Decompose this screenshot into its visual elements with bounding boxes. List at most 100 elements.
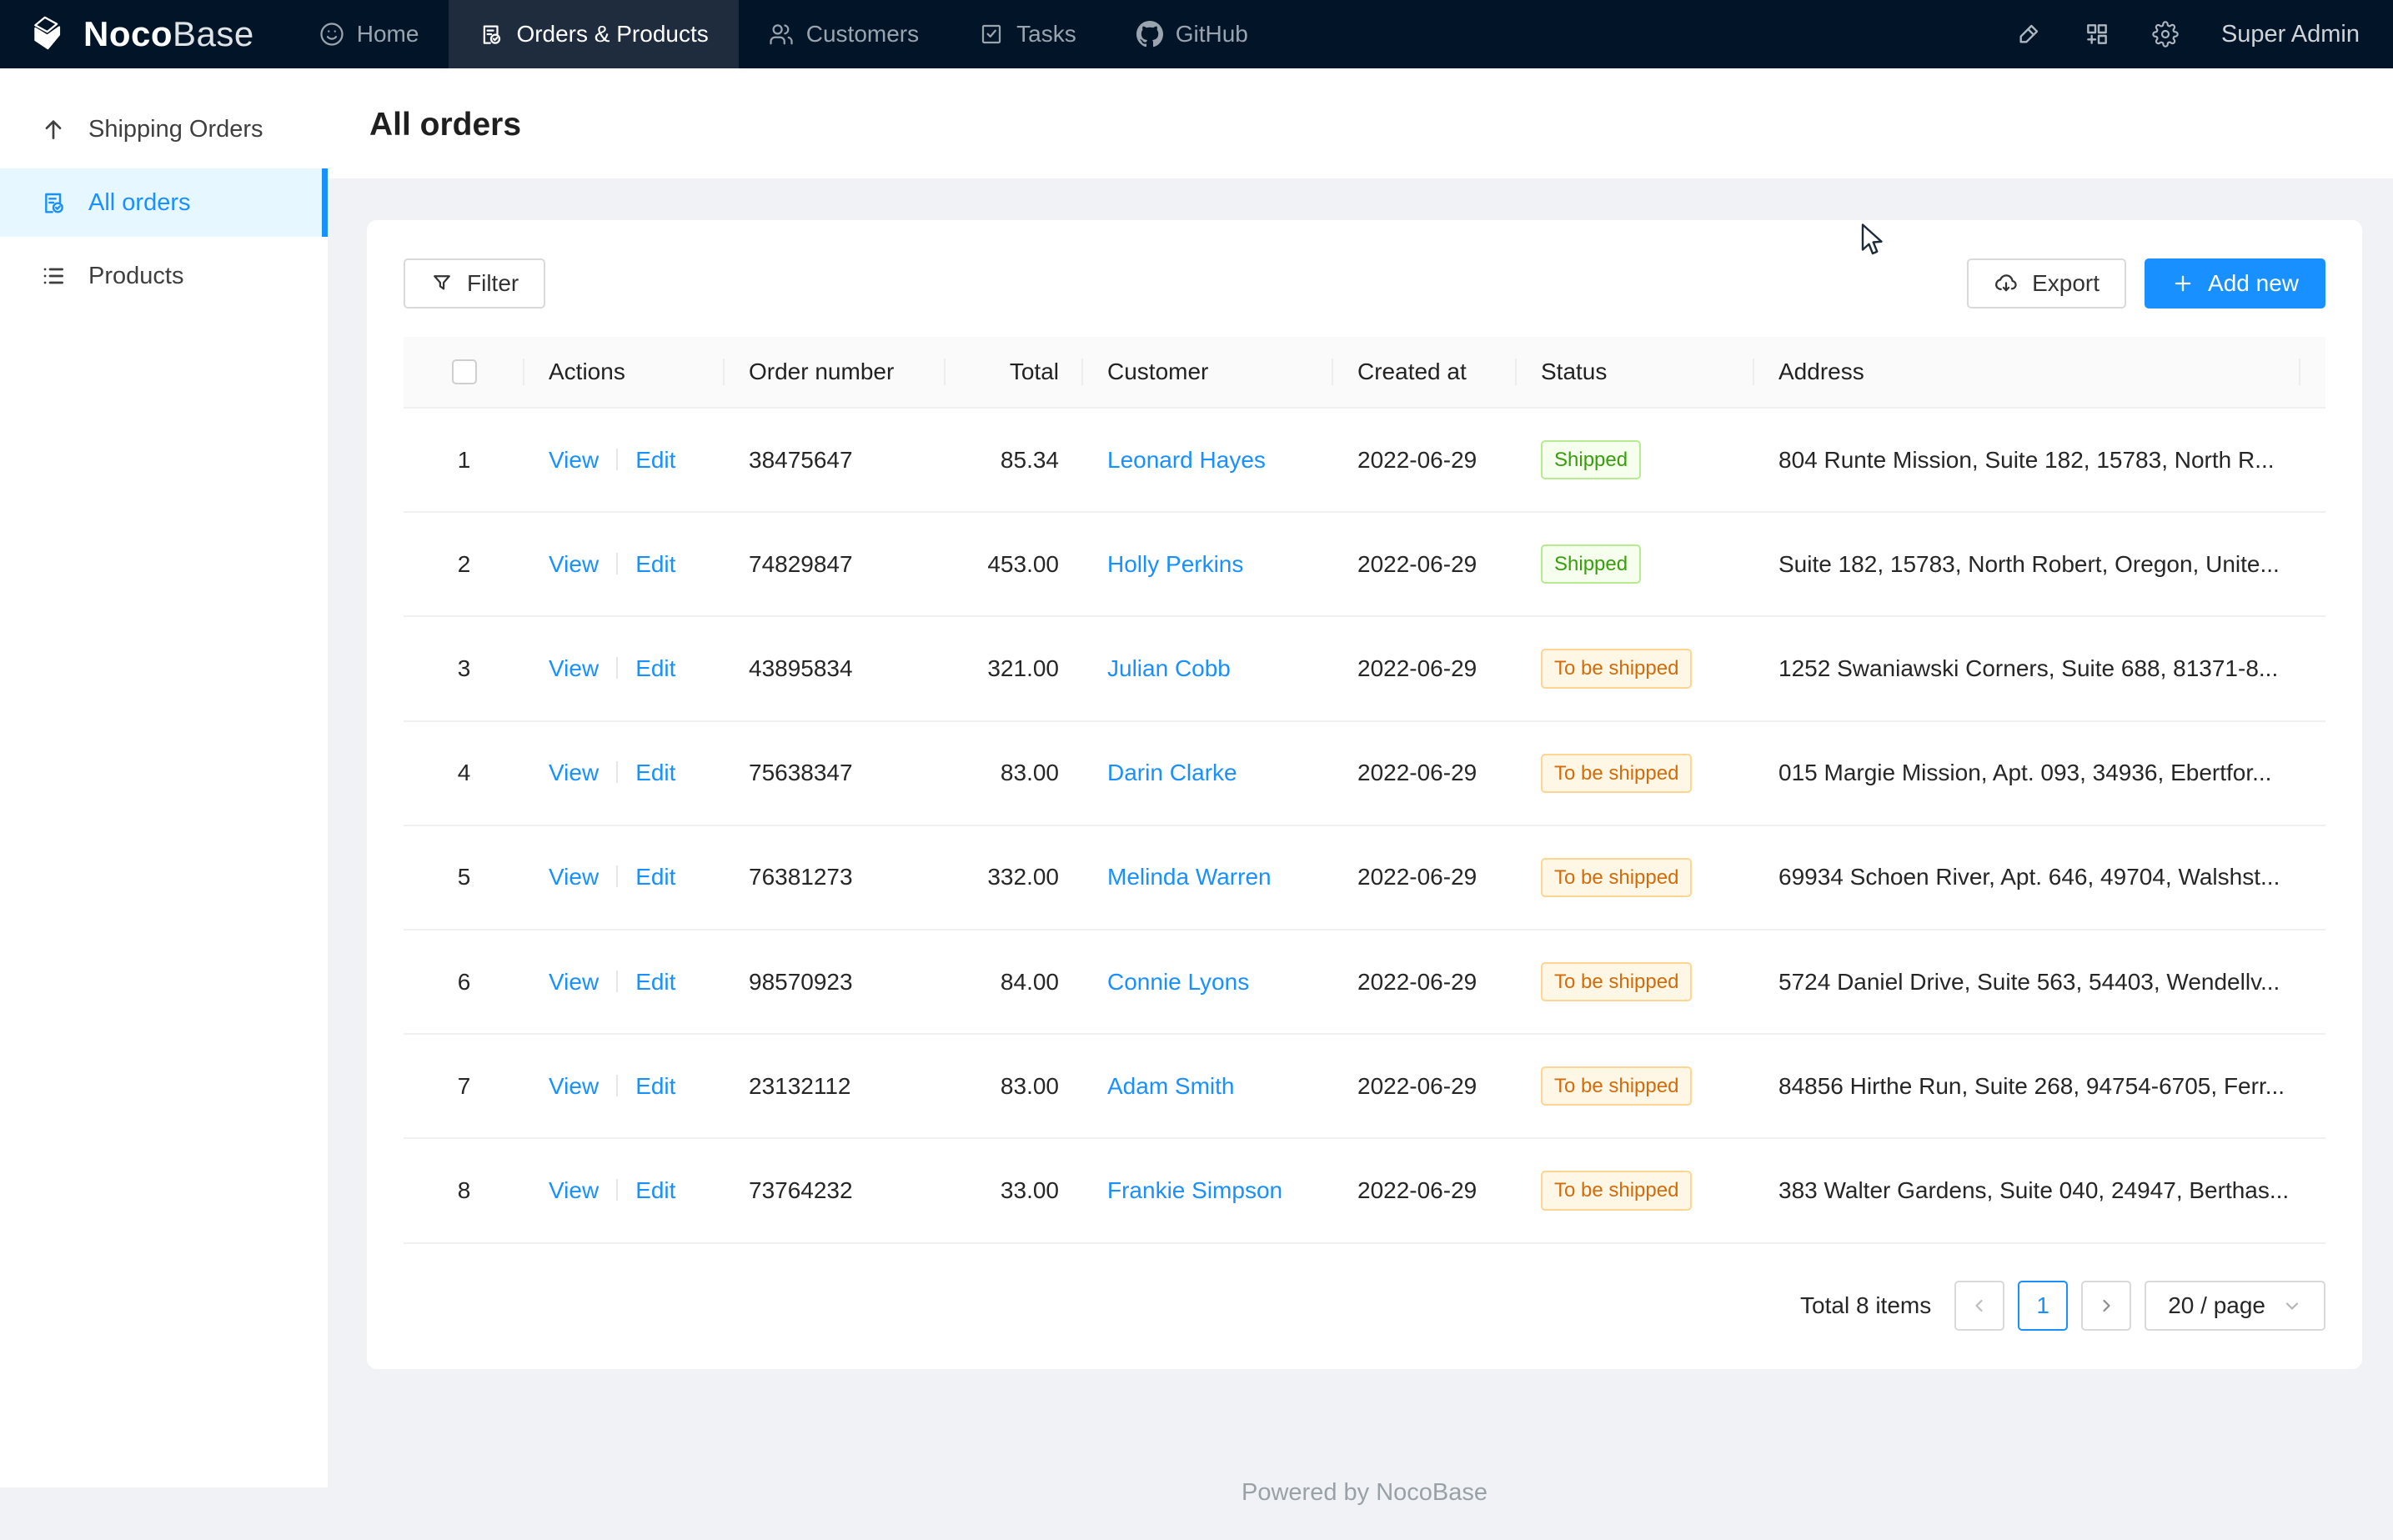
customer-cell: Frankie Simpson — [1083, 1138, 1333, 1242]
address-cell: 5724 Daniel Drive, Suite 563, 54403, Wen… — [1754, 930, 2300, 1034]
edit-link[interactable]: Edit — [635, 1177, 675, 1203]
actions-cell: View Edit — [524, 1034, 725, 1138]
edit-link[interactable]: Edit — [635, 1073, 675, 1099]
nav-item-label: Home — [357, 21, 419, 48]
settings-gear-icon[interactable] — [2131, 21, 2200, 48]
view-link[interactable]: View — [549, 551, 599, 577]
github-icon — [1136, 21, 1163, 48]
created-at-cell: 2022-06-29 — [1333, 616, 1517, 720]
nocobase-logo[interactable]: NocoBase — [0, 0, 289, 68]
pagination-prev-button[interactable] — [1954, 1281, 2004, 1331]
status-cell: To be shipped — [1517, 1034, 1754, 1138]
customer-link[interactable]: Connie Lyons — [1107, 969, 1249, 995]
orders-doc-icon — [479, 22, 504, 47]
address-cell: 1252 Swaniawski Corners, Suite 688, 8137… — [1754, 616, 2300, 720]
customer-link[interactable]: Adam Smith — [1107, 1073, 1235, 1099]
add-new-button[interactable]: Add new — [2145, 258, 2325, 309]
spacer-cell — [2300, 930, 2325, 1034]
select-all-checkbox[interactable] — [452, 359, 477, 384]
view-link[interactable]: View — [549, 655, 599, 681]
ui-editor-highlighter-icon[interactable] — [1994, 21, 2063, 48]
edit-link[interactable]: Edit — [635, 969, 675, 995]
order-number-cell: 43895834 — [725, 616, 946, 720]
actions-cell: View Edit — [524, 721, 725, 825]
status-badge: To be shipped — [1541, 1171, 1692, 1210]
status-badge: To be shipped — [1541, 962, 1692, 1001]
nav-item-customers[interactable]: Customers — [739, 0, 949, 68]
order-number-cell: 73764232 — [725, 1138, 946, 1242]
status-badge: To be shipped — [1541, 1066, 1692, 1106]
edit-link[interactable]: Edit — [635, 655, 675, 681]
spacer-cell — [2300, 408, 2325, 512]
pagination-next-button[interactable] — [2081, 1281, 2131, 1331]
cloud-download-icon — [1994, 271, 2019, 296]
sidebar-item-products[interactable]: Products — [0, 242, 328, 310]
row-index: 6 — [404, 930, 524, 1034]
export-button[interactable]: Export — [1967, 258, 2126, 309]
table-row: 5ViewEdit76381273332.00Melinda Warren202… — [404, 825, 2325, 930]
action-divider — [616, 1179, 618, 1201]
nav-item-home[interactable]: Home — [289, 0, 449, 68]
action-divider — [616, 761, 618, 783]
filter-button[interactable]: Filter — [404, 258, 545, 309]
edit-link[interactable]: Edit — [635, 864, 675, 890]
chevron-left-icon — [1969, 1296, 1989, 1316]
customer-link[interactable]: Leonard Hayes — [1107, 447, 1266, 473]
customer-cell: Adam Smith — [1083, 1034, 1333, 1138]
created-at-cell: 2022-06-29 — [1333, 512, 1517, 616]
brand-name: NocoBase — [83, 14, 254, 54]
total-cell: 321.00 — [946, 616, 1083, 720]
created-at-cell: 2022-06-29 — [1333, 1138, 1517, 1242]
page-size-select[interactable]: 20 / page — [2145, 1281, 2325, 1331]
customer-link[interactable]: Frankie Simpson — [1107, 1177, 1282, 1203]
pagination-page-1[interactable]: 1 — [2018, 1281, 2068, 1331]
view-link[interactable]: View — [549, 864, 599, 890]
address-cell: 804 Runte Mission, Suite 182, 15783, Nor… — [1754, 408, 2300, 512]
view-link[interactable]: View — [549, 969, 599, 995]
chevron-right-icon — [2096, 1296, 2116, 1316]
view-link[interactable]: View — [549, 760, 599, 785]
edit-link[interactable]: Edit — [635, 760, 675, 785]
orders-tbody: 1ViewEdit3847564785.34Leonard Hayes2022-… — [404, 408, 2325, 1243]
table-header-row: Actions Order number Total Customer Crea… — [404, 337, 2325, 408]
status-cell: To be shipped — [1517, 1138, 1754, 1242]
list-icon — [40, 263, 67, 289]
status-cell: To be shipped — [1517, 616, 1754, 720]
customer-link[interactable]: Holly Perkins — [1107, 551, 1243, 577]
column-header-spacer — [2300, 337, 2325, 408]
customer-cell: Melinda Warren — [1083, 825, 1333, 930]
view-link[interactable]: View — [549, 1177, 599, 1203]
status-cell: To be shipped — [1517, 825, 1754, 930]
nav-item-github[interactable]: GitHub — [1106, 0, 1278, 68]
action-divider — [616, 1075, 618, 1096]
customer-link[interactable]: Darin Clarke — [1107, 760, 1237, 785]
column-header-created-at: Created at — [1333, 337, 1517, 408]
spacer-cell — [2300, 721, 2325, 825]
order-doc-icon — [40, 189, 67, 216]
status-cell: Shipped — [1517, 408, 1754, 512]
actions-cell: View Edit — [524, 512, 725, 616]
view-link[interactable]: View — [549, 447, 599, 473]
edit-link[interactable]: Edit — [635, 447, 675, 473]
plugin-blocks-add-icon[interactable] — [2063, 21, 2131, 48]
user-menu[interactable]: Super Admin — [2221, 21, 2360, 48]
order-number-cell: 23132112 — [725, 1034, 946, 1138]
table-row: 7ViewEdit2313211283.00Adam Smith2022-06-… — [404, 1034, 2325, 1138]
home-smiley-icon — [319, 22, 344, 47]
customer-link[interactable]: Julian Cobb — [1107, 655, 1231, 681]
customer-link[interactable]: Melinda Warren — [1107, 864, 1272, 890]
total-cell: 85.34 — [946, 408, 1083, 512]
status-badge: To be shipped — [1541, 649, 1692, 688]
orders-table: Actions Order number Total Customer Crea… — [404, 337, 2325, 1244]
page-header: All orders — [328, 68, 2393, 178]
edit-link[interactable]: Edit — [635, 551, 675, 577]
powered-by-footer: Powered by NocoBase — [367, 1479, 2362, 1540]
status-badge: To be shipped — [1541, 858, 1692, 897]
sidebar-item-shipping-orders[interactable]: Shipping Orders — [0, 95, 328, 163]
view-link[interactable]: View — [549, 1073, 599, 1099]
customer-cell: Darin Clarke — [1083, 721, 1333, 825]
nav-item-orders-products[interactable]: Orders & Products — [449, 0, 738, 68]
sidebar-item-all-orders[interactable]: All orders — [0, 168, 328, 237]
column-header-order-number: Order number — [725, 337, 946, 408]
nav-item-tasks[interactable]: Tasks — [949, 0, 1106, 68]
